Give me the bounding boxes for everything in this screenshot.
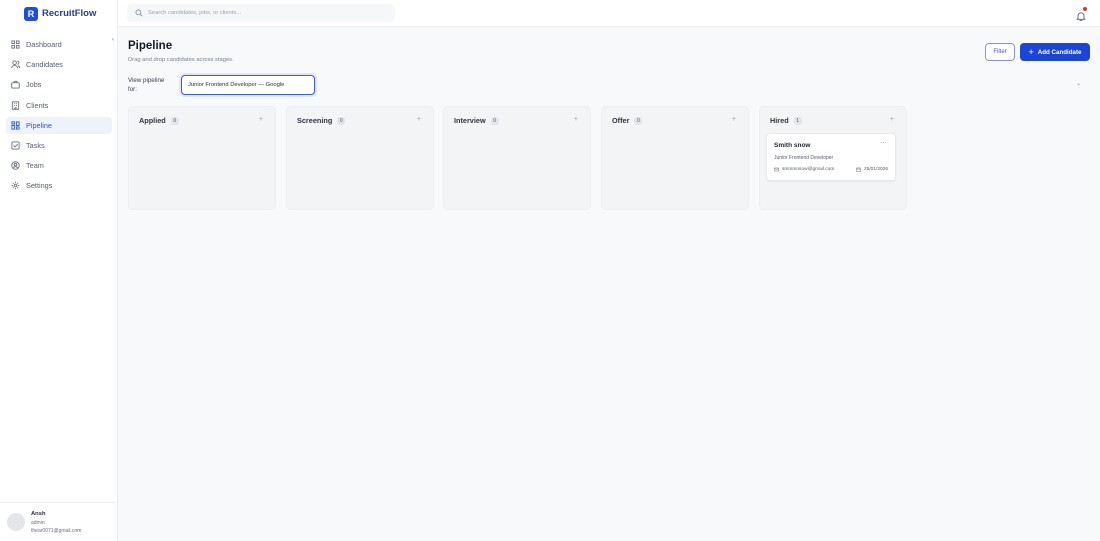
- stage-count-badge: 0: [170, 116, 179, 125]
- add-candidate-label: Add Candidate: [1037, 48, 1082, 56]
- stage-count-badge: 0: [490, 116, 499, 125]
- pipeline-select[interactable]: Junior Frontend Developer — Google: [181, 75, 315, 95]
- add-to-stage-icon[interactable]: +: [890, 116, 894, 123]
- user-name: Ansh: [31, 511, 46, 517]
- sidebar: R RecruitFlow ‹ Dashboard Candidates Job…: [0, 0, 118, 541]
- sidebar-item-tasks[interactable]: Tasks: [6, 137, 112, 154]
- grid-icon: [11, 40, 20, 49]
- add-to-stage-icon[interactable]: +: [732, 116, 736, 123]
- user-role: admin: [31, 520, 45, 526]
- user-profile[interactable]: Ansh admin thear0071@gmail.com: [0, 502, 117, 541]
- stage-header: Offer 0: [612, 116, 643, 125]
- team-icon: [11, 161, 20, 170]
- add-to-stage-icon[interactable]: +: [417, 116, 421, 123]
- stage-title: Screening: [297, 116, 333, 125]
- stage-title: Hired: [770, 116, 789, 125]
- stage-column-hired[interactable]: Hired 1 + Smith snow ⋯ Junior Frontend D…: [759, 106, 907, 210]
- candidate-card[interactable]: Smith snow ⋯ Junior Frontend Developer s…: [766, 133, 896, 181]
- page-subtitle: Drag and drop candidates across stages.: [128, 57, 234, 63]
- stage-header: Applied 0: [139, 116, 179, 125]
- plus-icon: +: [1028, 47, 1034, 57]
- building-icon: [11, 101, 20, 110]
- sidebar-item-settings[interactable]: Settings: [6, 177, 112, 194]
- sidebar-item-label: Pipeline: [26, 120, 52, 130]
- stage-column-applied[interactable]: Applied 0 +: [128, 106, 276, 210]
- candidate-name: Smith snow: [774, 142, 811, 149]
- sidebar-item-pipeline[interactable]: Pipeline: [6, 116, 112, 134]
- sidebar-item-clients[interactable]: Clients: [6, 97, 112, 114]
- pipeline-select-label: View pipeline for:: [128, 77, 165, 93]
- stage-header: Screening 0: [297, 116, 346, 125]
- chevron-down-icon[interactable]: ⌄: [1076, 80, 1081, 87]
- stage-count-badge: 0: [337, 116, 346, 125]
- sidebar-item-label: Settings: [26, 181, 53, 191]
- sidebar-nav: Dashboard Candidates Jobs Clients Pipeli…: [6, 36, 112, 198]
- candidate-email-text: smmmnsow@gmail.com: [782, 167, 835, 172]
- calendar-icon: [856, 167, 861, 172]
- add-to-stage-icon[interactable]: +: [259, 116, 263, 123]
- topbar: [118, 0, 1100, 27]
- brand-name: RecruitFlow: [42, 8, 97, 19]
- stage-title: Interview: [454, 116, 486, 125]
- sidebar-item-label: Dashboard: [26, 40, 62, 49]
- stage-count-badge: 1: [793, 116, 802, 125]
- sidebar-item-jobs[interactable]: Jobs: [6, 76, 112, 93]
- add-to-stage-icon[interactable]: +: [574, 116, 578, 123]
- kanban-icon: [11, 121, 20, 130]
- sidebar-item-label: Tasks: [26, 140, 45, 150]
- users-icon: [11, 60, 20, 69]
- stage-count-badge: 0: [634, 116, 643, 125]
- candidate-date-text: 25/01/2026: [863, 167, 888, 172]
- stage-header: Hired 1: [770, 116, 802, 125]
- add-candidate-button[interactable]: + Add Candidate: [1020, 43, 1090, 61]
- user-email: thear0071@gmail.com: [31, 528, 82, 534]
- sidebar-item-label: Team: [26, 161, 44, 171]
- checkbox-icon: [11, 141, 20, 150]
- mail-icon: [774, 167, 779, 172]
- notifications-bell-icon[interactable]: [1076, 7, 1087, 22]
- gear-icon: [11, 181, 20, 190]
- avatar: [7, 513, 25, 531]
- briefcase-icon: [11, 80, 20, 89]
- stage-header: Interview 0: [454, 116, 499, 125]
- pipeline-select-value: Junior Frontend Developer — Google: [188, 82, 285, 88]
- search-icon: [135, 4, 143, 22]
- search-box[interactable]: [127, 4, 395, 22]
- stage-column-interview[interactable]: Interview 0 +: [443, 106, 591, 210]
- page-title: Pipeline: [128, 40, 173, 52]
- stage-column-offer[interactable]: Offer 0 +: [601, 106, 749, 210]
- sidebar-item-dashboard[interactable]: Dashboard: [6, 36, 112, 53]
- filter-button[interactable]: Filter: [985, 43, 1015, 61]
- brand[interactable]: R RecruitFlow: [24, 6, 96, 21]
- collapse-sidebar-icon[interactable]: ‹: [112, 37, 114, 43]
- candidate-email: smmmnsow@gmail.com: [774, 167, 834, 172]
- sidebar-item-label: Clients: [26, 100, 49, 110]
- more-options-icon[interactable]: ⋯: [880, 139, 887, 147]
- stage-title: Offer: [612, 116, 630, 125]
- notification-dot: [1083, 7, 1087, 11]
- stage-title: Applied: [139, 116, 166, 125]
- search-input[interactable]: [148, 10, 378, 16]
- sidebar-item-candidates[interactable]: Candidates: [6, 56, 112, 73]
- brand-logo-icon: R: [24, 6, 38, 21]
- sidebar-item-team[interactable]: Team: [6, 157, 112, 174]
- candidate-date: 25/01/2026: [856, 167, 888, 172]
- stage-column-screening[interactable]: Screening 0 +: [286, 106, 434, 210]
- sidebar-item-label: Jobs: [26, 80, 42, 90]
- sidebar-item-label: Candidates: [26, 60, 63, 70]
- candidate-role: Junior Frontend Developer: [774, 155, 834, 161]
